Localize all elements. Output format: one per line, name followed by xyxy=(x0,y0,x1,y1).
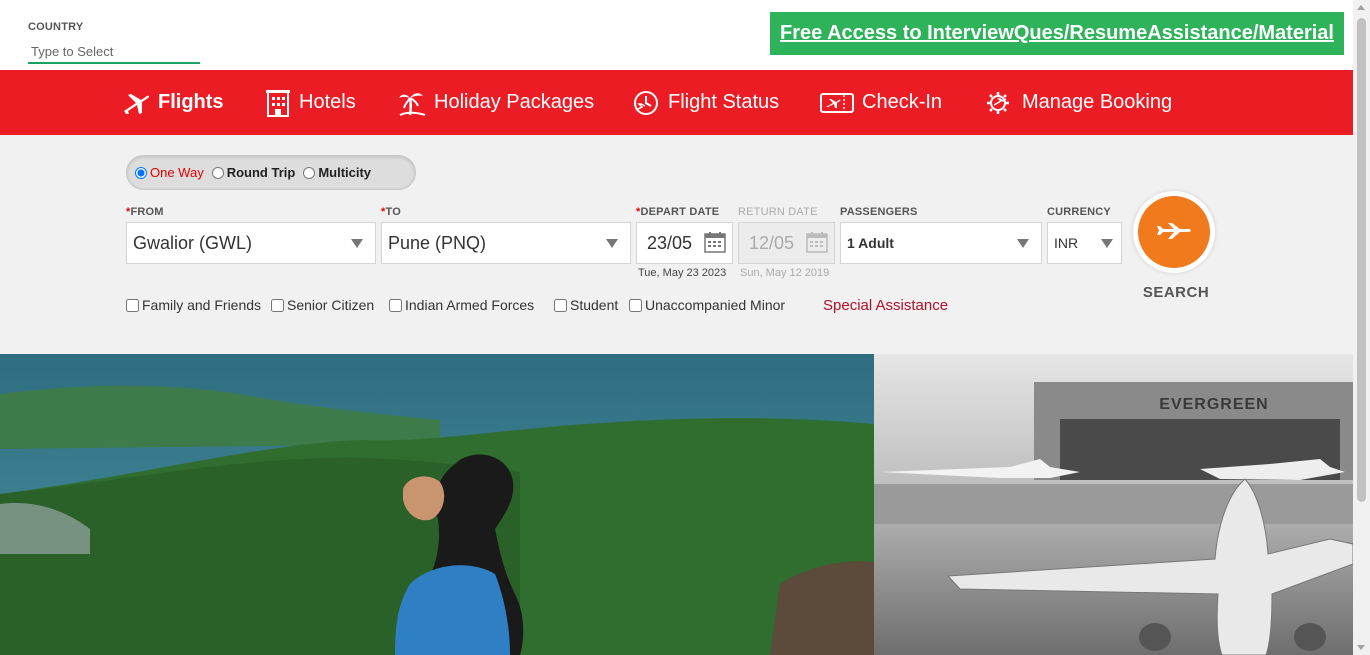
from-label: *FROM xyxy=(126,206,164,218)
student-label: Student xyxy=(570,297,619,313)
nav-hotels-label: Hotels xyxy=(299,91,356,113)
option-senior-citizen[interactable]: Senior Citizen xyxy=(271,297,374,313)
armed-label: Indian Armed Forces xyxy=(405,297,535,313)
multicity-radio[interactable] xyxy=(303,166,316,179)
one-way-radio[interactable] xyxy=(135,166,147,179)
minor-checkbox[interactable] xyxy=(629,298,642,312)
option-family-friends[interactable]: Family and Friends xyxy=(126,297,261,313)
currency-label: CURRENCY xyxy=(1047,206,1111,218)
senior-checkbox[interactable] xyxy=(271,298,284,312)
country-input[interactable] xyxy=(28,40,200,64)
boarding-pass-icon xyxy=(820,92,854,113)
senior-label: Senior Citizen xyxy=(287,297,375,313)
scroll-down-icon[interactable] xyxy=(1357,645,1365,650)
from-label-text: FROM xyxy=(130,206,164,218)
palm-tree-icon xyxy=(399,92,426,116)
nav-status-label: Flight Status xyxy=(668,91,780,113)
return-date-input[interactable]: 12/05 xyxy=(738,222,835,264)
family-checkbox[interactable] xyxy=(126,298,139,312)
option-unaccompanied-minor[interactable]: Unaccompanied Minor xyxy=(629,297,785,313)
gear-plane-icon xyxy=(987,91,1009,114)
chevron-down-icon xyxy=(1101,239,1113,248)
return-full-date: Sun, May 12 2019 xyxy=(740,267,830,279)
nav-check-in[interactable]: Check-In xyxy=(820,70,942,135)
family-label: Family and Friends xyxy=(142,297,262,313)
nav-holiday-packages[interactable]: Holiday Packages xyxy=(398,70,594,135)
hotel-icon xyxy=(266,89,290,117)
currency-value: INR xyxy=(1054,235,1079,251)
minor-label: Unaccompanied Minor xyxy=(645,297,786,313)
airplane-icon xyxy=(124,93,150,114)
trip-multicity[interactable]: Multicity xyxy=(303,165,371,180)
depart-full-date: Tue, May 23 2023 xyxy=(638,267,727,279)
nav-manage-label: Manage Booking xyxy=(1022,91,1173,113)
student-checkbox[interactable] xyxy=(554,298,567,312)
trip-round-trip[interactable]: Round Trip xyxy=(211,165,296,180)
nav-checkin-label: Check-In xyxy=(862,91,943,113)
trip-one-way[interactable]: One Way xyxy=(135,165,204,180)
search-label[interactable]: SEARCH xyxy=(1133,284,1219,301)
scrollbar[interactable] xyxy=(1353,0,1370,655)
hangar-sign: EVERGREEN xyxy=(1159,396,1268,413)
to-label: *TO xyxy=(381,206,401,218)
special-assistance-link[interactable]: Special Assistance xyxy=(823,297,948,314)
top-bar: COUNTRY Free Access to InterviewQues/Res… xyxy=(0,0,1370,70)
nav-flights-label: Flights xyxy=(158,91,224,113)
depart-date-input[interactable]: 23/05 xyxy=(636,222,733,264)
return-value: 12/05 xyxy=(749,232,795,253)
country-label: COUNTRY xyxy=(28,21,84,33)
round-trip-radio[interactable] xyxy=(211,166,224,179)
nav-hotels[interactable]: Hotels xyxy=(265,70,356,135)
nav-holiday-label: Holiday Packages xyxy=(434,91,595,113)
scroll-thumb[interactable] xyxy=(1357,18,1366,502)
return-label: RETURN DATE xyxy=(738,206,818,218)
to-label-text: TO xyxy=(385,206,401,218)
one-way-label: One Way xyxy=(150,165,204,180)
passengers-label: PASSENGERS xyxy=(840,206,918,218)
from-select[interactable]: Gwalior (GWL) xyxy=(126,222,376,264)
airplane-icon xyxy=(1157,223,1191,239)
armed-checkbox[interactable] xyxy=(389,298,402,312)
search-button[interactable] xyxy=(1133,191,1215,273)
depart-value: 23/05 xyxy=(647,232,693,253)
option-student[interactable]: Student xyxy=(554,297,618,313)
to-select[interactable]: Pune (PNQ) xyxy=(381,222,631,264)
search-panel: One Way Round Trip Multicity *FROM Gwali… xyxy=(0,135,1353,354)
multicity-label: Multicity xyxy=(318,165,372,180)
scroll-up-icon[interactable] xyxy=(1357,5,1365,10)
chevron-down-icon xyxy=(606,239,618,248)
nav-flights[interactable]: Flights xyxy=(122,70,224,135)
passengers-value: 1 Adult xyxy=(847,235,894,251)
calendar-icon xyxy=(806,232,828,253)
round-trip-label: Round Trip xyxy=(226,165,296,180)
search-button-inner xyxy=(1138,196,1210,268)
nav-manage-booking[interactable]: Manage Booking xyxy=(984,70,1172,135)
passengers-select[interactable]: 1 Adult xyxy=(840,222,1042,264)
calendar-icon xyxy=(704,232,726,253)
depart-label-text: DEPART DATE xyxy=(640,206,720,218)
from-value: Gwalior (GWL) xyxy=(133,232,253,253)
main-nav: Flights Hotels Holiday Packages Flight S… xyxy=(0,70,1353,135)
hero-image: EVERGREEN xyxy=(0,354,1353,655)
hero-banner: EVERGREEN xyxy=(0,354,1353,655)
depart-label: *DEPART DATE xyxy=(636,206,719,218)
apron xyxy=(874,484,1353,524)
flight-status-icon xyxy=(634,90,658,115)
chevron-down-icon xyxy=(351,239,363,248)
trip-type-selector: One Way Round Trip Multicity xyxy=(126,155,416,190)
to-value: Pune (PNQ) xyxy=(388,232,487,253)
promo-link[interactable]: Free Access to InterviewQues/ResumeAssis… xyxy=(770,12,1344,55)
chevron-down-icon xyxy=(1017,239,1029,248)
option-armed-forces[interactable]: Indian Armed Forces xyxy=(389,297,534,313)
currency-select[interactable]: INR xyxy=(1047,222,1122,264)
nav-flight-status[interactable]: Flight Status xyxy=(632,70,779,135)
